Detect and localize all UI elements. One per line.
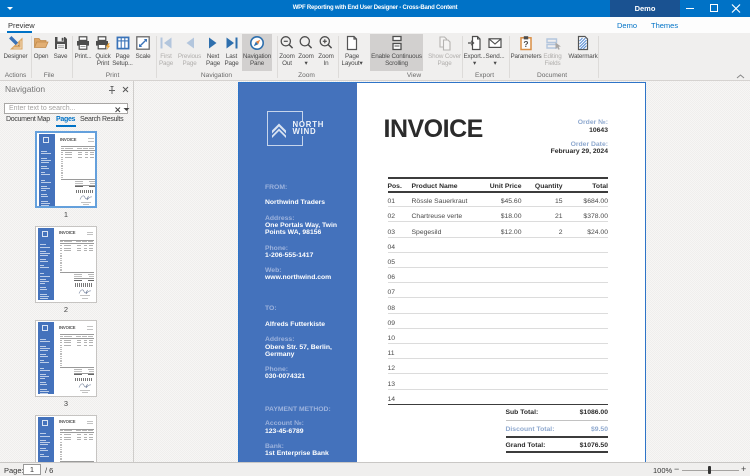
svg-text:?: ? (523, 39, 528, 49)
